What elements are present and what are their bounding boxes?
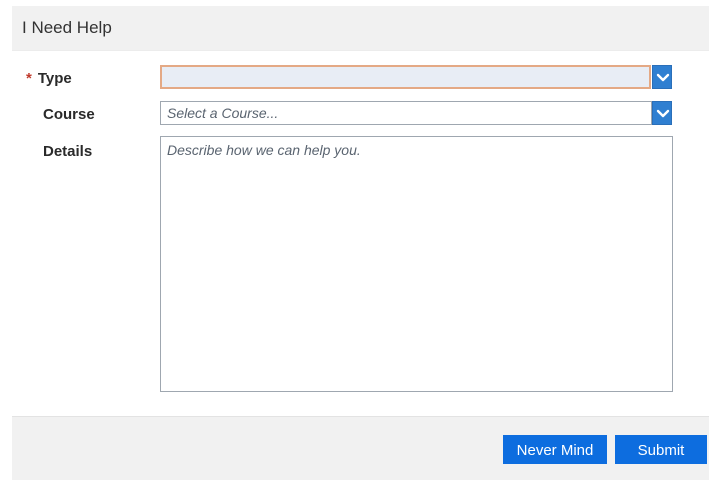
submit-button[interactable]: Submit <box>615 435 707 464</box>
course-select-placeholder: Select a Course... <box>167 105 279 121</box>
details-label: Details <box>43 143 93 160</box>
details-textarea[interactable]: Describe how we can help you. <box>160 136 673 392</box>
chevron-down-icon <box>656 73 670 82</box>
type-label-row: * Type <box>26 70 72 87</box>
course-dropdown-button[interactable] <box>652 101 672 125</box>
type-label: Type <box>37 70 72 87</box>
type-dropdown-button[interactable] <box>652 65 672 89</box>
required-asterisk: * <box>26 70 32 87</box>
details-placeholder: Describe how we can help you. <box>167 142 361 158</box>
chevron-down-icon <box>656 109 670 118</box>
course-label: Course <box>43 106 95 123</box>
dialog-title: I Need Help <box>22 18 112 37</box>
help-dialog: I Need Help * Type Course Select a Course… <box>12 6 709 480</box>
never-mind-button[interactable]: Never Mind <box>503 435 607 464</box>
dialog-header: I Need Help <box>12 6 709 51</box>
course-select[interactable]: Select a Course... <box>160 101 652 125</box>
dialog-footer: Never Mind Submit <box>12 416 709 480</box>
type-select[interactable] <box>160 65 651 89</box>
